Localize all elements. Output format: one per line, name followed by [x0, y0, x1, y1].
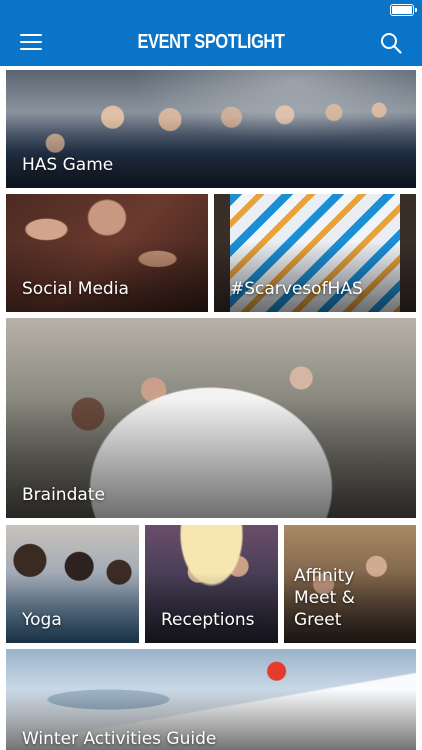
app-title: EVENT SPOTLIGHT	[137, 31, 285, 53]
app-bar: EVENT SPOTLIGHT	[0, 20, 422, 66]
search-icon[interactable]	[380, 32, 402, 54]
tile-braindate[interactable]: Braindate	[6, 318, 416, 518]
battery-icon	[390, 4, 417, 16]
tile-receptions[interactable]: Receptions	[145, 525, 278, 643]
tile-scarves-of-has[interactable]: #ScarvesofHAS	[214, 194, 416, 312]
tile-label: Social Media	[22, 279, 129, 299]
tile-social-media[interactable]: Social Media	[6, 194, 208, 312]
tile-label: Yoga	[22, 610, 62, 630]
tile-has-game[interactable]: HAS Game	[6, 70, 416, 188]
tile-label: Affinity Meet & Greet	[294, 566, 355, 630]
tile-label: Receptions	[161, 610, 255, 630]
tile-label: Winter Activities Guide	[22, 729, 217, 749]
status-bar	[0, 0, 422, 20]
tile-yoga[interactable]: Yoga	[6, 525, 139, 643]
tile-winter-activities-guide[interactable]: Winter Activities Guide	[6, 649, 416, 750]
tile-affinity-meet-greet[interactable]: Affinity Meet & Greet	[284, 525, 416, 643]
tile-label: Braindate	[22, 485, 105, 505]
tile-label: #ScarvesofHAS	[230, 279, 363, 299]
tile-label: HAS Game	[22, 155, 114, 175]
